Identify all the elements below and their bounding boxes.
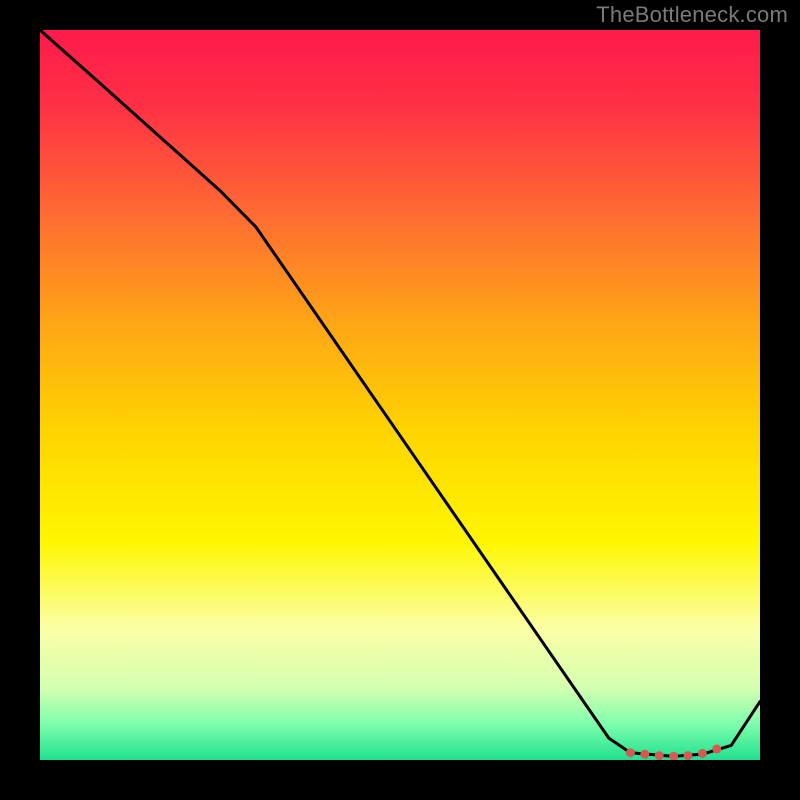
marker-dot <box>655 751 664 760</box>
marker-dot <box>669 752 678 761</box>
marker-dot <box>698 749 707 758</box>
marker-dot <box>626 748 635 757</box>
watermark-text: TheBottleneck.com <box>596 2 788 28</box>
marker-dot <box>712 745 721 754</box>
chart-frame: TheBottleneck.com <box>0 0 800 800</box>
marker-dot <box>684 751 693 760</box>
plot-background <box>40 30 760 760</box>
marker-dot <box>640 750 649 759</box>
chart-svg <box>0 0 800 800</box>
